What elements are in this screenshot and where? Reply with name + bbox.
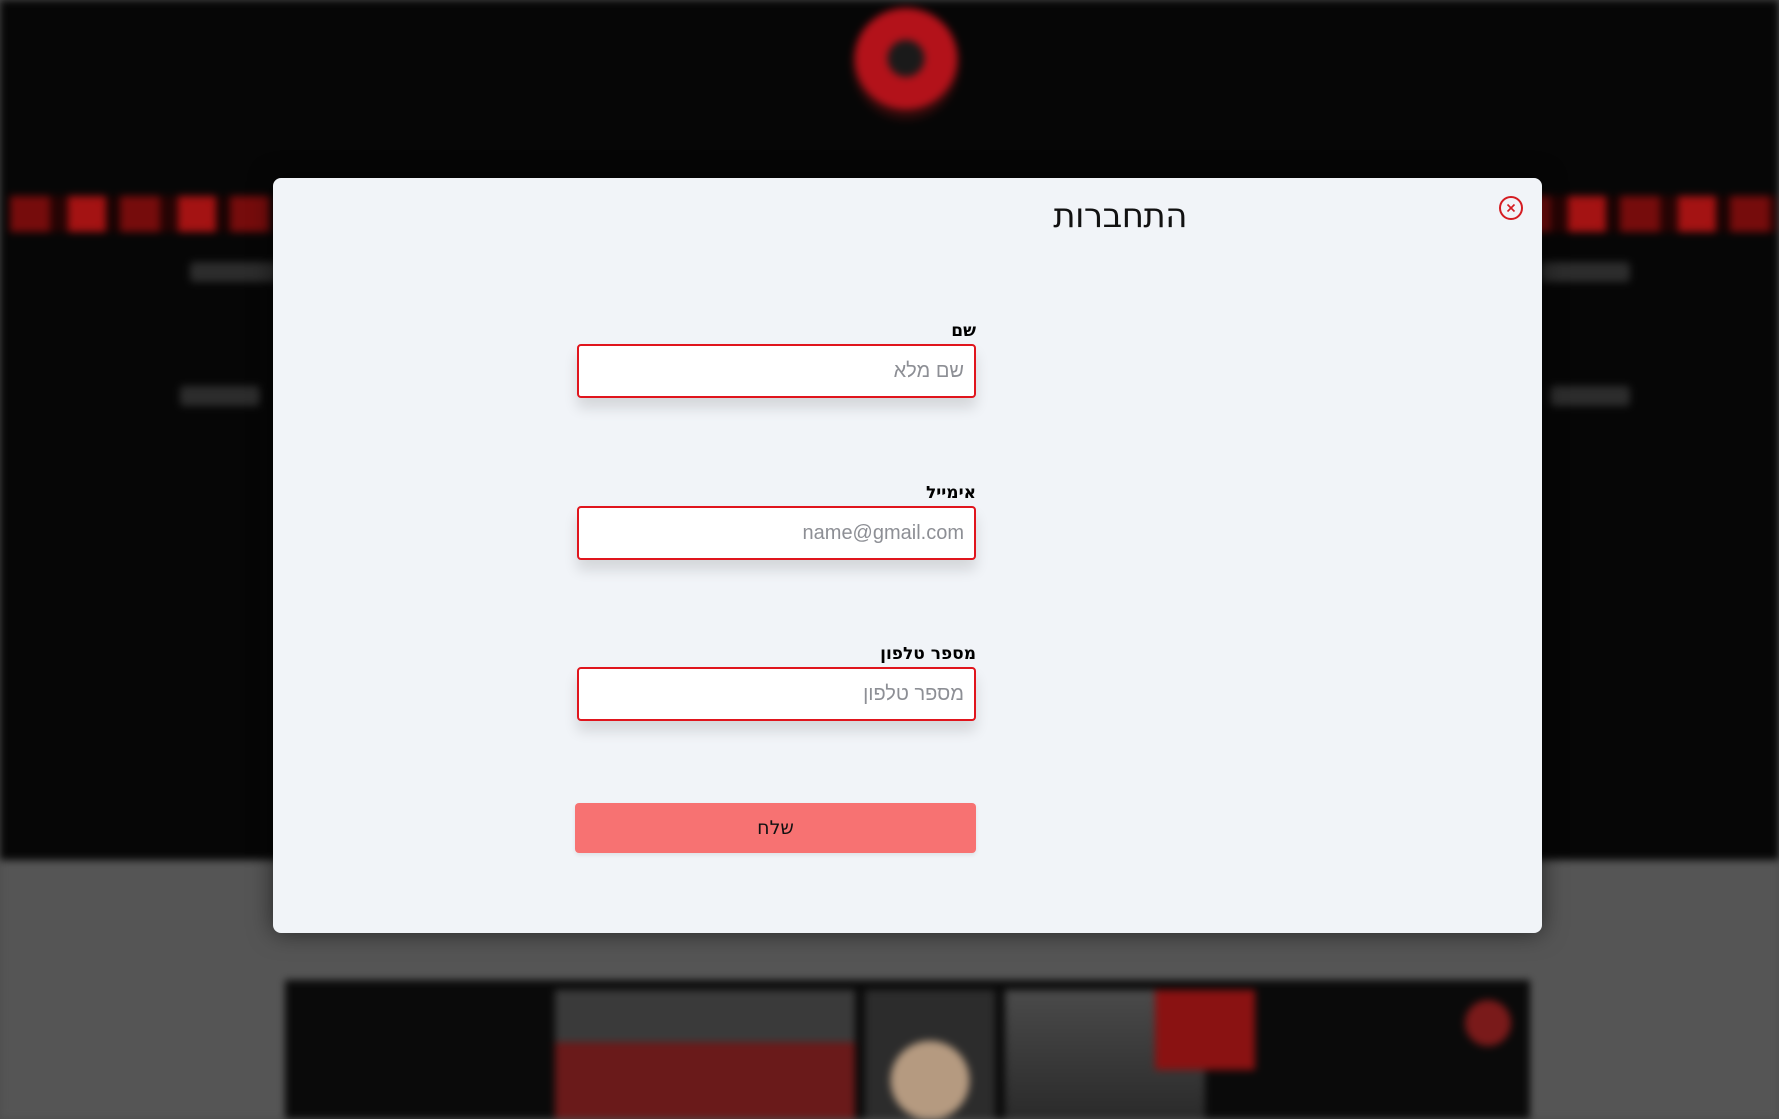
name-label: שם [951,321,976,341]
background-video-strip [285,980,1530,1119]
video-thumbnail [555,990,855,1119]
email-field-group: אימייל [577,482,976,560]
background-nav-text [190,262,280,282]
site-logo-icon [852,8,960,120]
name-input[interactable] [577,344,976,398]
name-field-group: שם [577,320,976,398]
video-thumbnail [865,990,995,1119]
background-nav-text [180,386,260,406]
submit-button[interactable]: שלח [575,803,976,853]
email-label: אימייל [926,483,976,503]
close-circle-icon [1506,203,1516,213]
phone-input[interactable] [577,667,976,721]
phone-label: מספר טלפון [880,644,976,664]
phone-field-group: מספר טלפון [577,643,976,721]
background-nav-text [1540,262,1630,282]
background-banner-left [10,196,270,232]
close-button[interactable] [1499,196,1523,220]
background-banner-right [1510,196,1779,232]
video-thumbnail [1155,990,1255,1070]
email-input[interactable] [577,506,976,560]
background-nav-text [1550,386,1630,406]
channel-avatar [1465,1000,1511,1046]
modal-title: התחברות [1053,196,1187,236]
login-modal: התחברות שם אימייל מספר טלפון שלח [273,178,1542,933]
